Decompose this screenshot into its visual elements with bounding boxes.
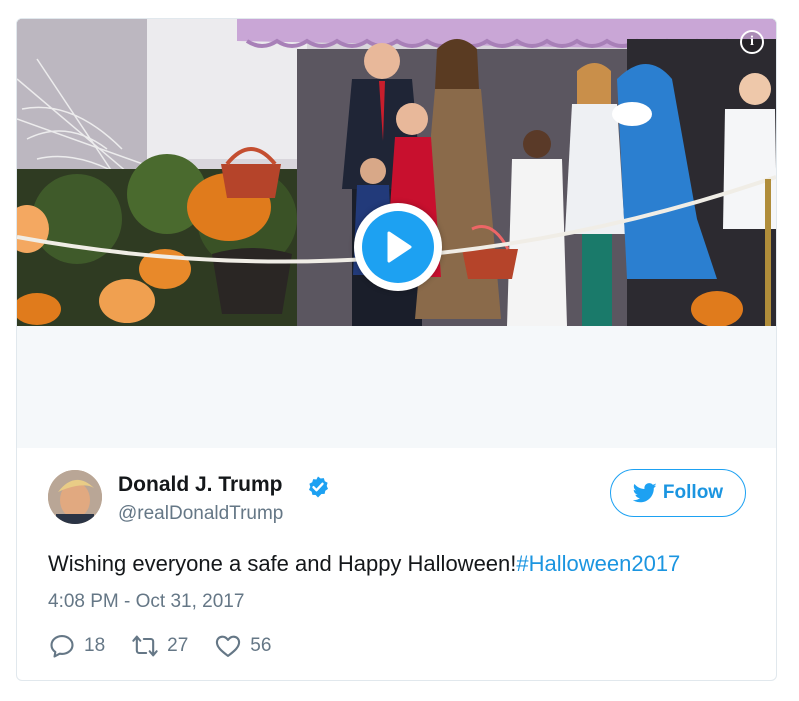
info-icon[interactable]: i (740, 30, 764, 54)
retweet-button[interactable]: 27 (131, 632, 188, 660)
heart-icon (216, 635, 241, 657)
hashtag-link[interactable]: #Halloween2017 (516, 551, 680, 576)
like-count: 56 (250, 635, 272, 656)
twitter-bird-icon (632, 483, 657, 503)
follow-button[interactable]: Follow (610, 469, 746, 517)
reply-count: 18 (84, 635, 106, 656)
reply-button[interactable]: 18 (48, 632, 105, 660)
display-name[interactable]: Donald J. Trump (118, 473, 283, 497)
play-button[interactable] (354, 203, 442, 291)
media-placeholder-area (17, 326, 776, 448)
video-thumbnail[interactable]: i (17, 19, 776, 326)
tweet-text: Wishing everyone a safe and Happy Hallow… (48, 551, 680, 577)
avatar-image (48, 470, 102, 524)
reply-icon (50, 635, 74, 658)
user-handle[interactable]: @realDonaldTrump (118, 503, 283, 525)
tweet-actions: 18 27 56 (48, 632, 297, 660)
retweet-count: 27 (167, 635, 189, 656)
like-button[interactable]: 56 (214, 632, 271, 660)
avatar[interactable] (48, 470, 102, 524)
tweet-body: Donald J. Trump @realDonaldTrump Follow … (17, 448, 776, 680)
tweet-timestamp[interactable]: 4:08 PM - Oct 31, 2017 (48, 591, 244, 613)
retweet-icon (132, 635, 158, 657)
embedded-tweet-card: i Donald J. Trump @realDonaldTrump Follo… (16, 18, 777, 681)
play-icon (387, 231, 412, 263)
verified-badge-icon (309, 476, 328, 498)
tweet-text-body: Wishing everyone a safe and Happy Hallow… (48, 551, 517, 576)
follow-label: Follow (662, 482, 724, 503)
